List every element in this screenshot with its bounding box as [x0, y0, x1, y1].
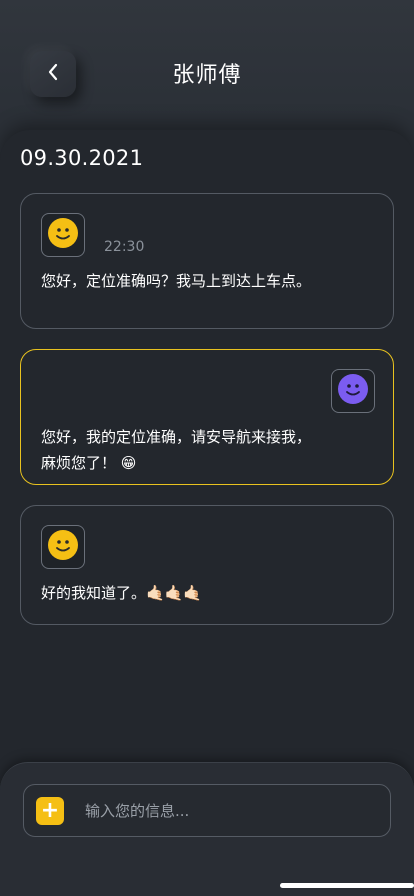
- chat-date: 09.30.2021: [20, 146, 144, 170]
- smiley-face-icon: [47, 217, 79, 253]
- composer-bar: + 输入您的信息...: [0, 762, 414, 896]
- message-time: 22:30: [104, 239, 145, 255]
- message-input-placeholder[interactable]: 输入您的信息...: [85, 800, 189, 821]
- avatar[interactable]: [41, 213, 85, 257]
- chat-screen: 张师傅 09.30.2021 22:30 您好，定位准确吗？我马上到达上车点。: [0, 0, 414, 896]
- call-me-hand-emoji: 🤙🏻🤙🏻🤙🏻: [146, 584, 203, 602]
- plus-icon: +: [40, 798, 60, 823]
- message-line: 您好，我的定位准确，请安导航来接我，: [41, 428, 312, 446]
- smiley-face-icon: [47, 529, 79, 565]
- add-attachment-button[interactable]: +: [36, 797, 64, 825]
- message-input[interactable]: + 输入您的信息...: [23, 784, 391, 837]
- message-bubble-other[interactable]: 好的我知道了。🤙🏻🤙🏻🤙🏻: [20, 505, 394, 625]
- avatar[interactable]: [331, 369, 375, 413]
- page-title: 张师傅: [172, 63, 242, 88]
- avatar[interactable]: [41, 525, 85, 569]
- message-line-text: 好的我知道了。: [41, 584, 147, 602]
- message-line-text: 麻烦您了！: [41, 454, 117, 472]
- header: 张师傅: [0, 0, 414, 130]
- home-indicator[interactable]: [280, 883, 414, 888]
- message-text: 好的我知道了。🤙🏻🤙🏻🤙🏻: [41, 580, 373, 606]
- smiley-face-icon: [337, 373, 369, 409]
- grinning-emoji: 😁: [120, 454, 137, 472]
- message-text: 您好，我的定位准确，请安导航来接我， 麻烦您了！ 😁: [41, 424, 373, 476]
- message-line: 麻烦您了！ 😁: [41, 450, 373, 476]
- message-bubble-mine[interactable]: 您好，我的定位准确，请安导航来接我， 麻烦您了！ 😁: [20, 349, 394, 485]
- message-bubble-other[interactable]: 22:30 您好，定位准确吗？我马上到达上车点。: [20, 193, 394, 329]
- message-text: 您好，定位准确吗？我马上到达上车点。: [41, 272, 312, 290]
